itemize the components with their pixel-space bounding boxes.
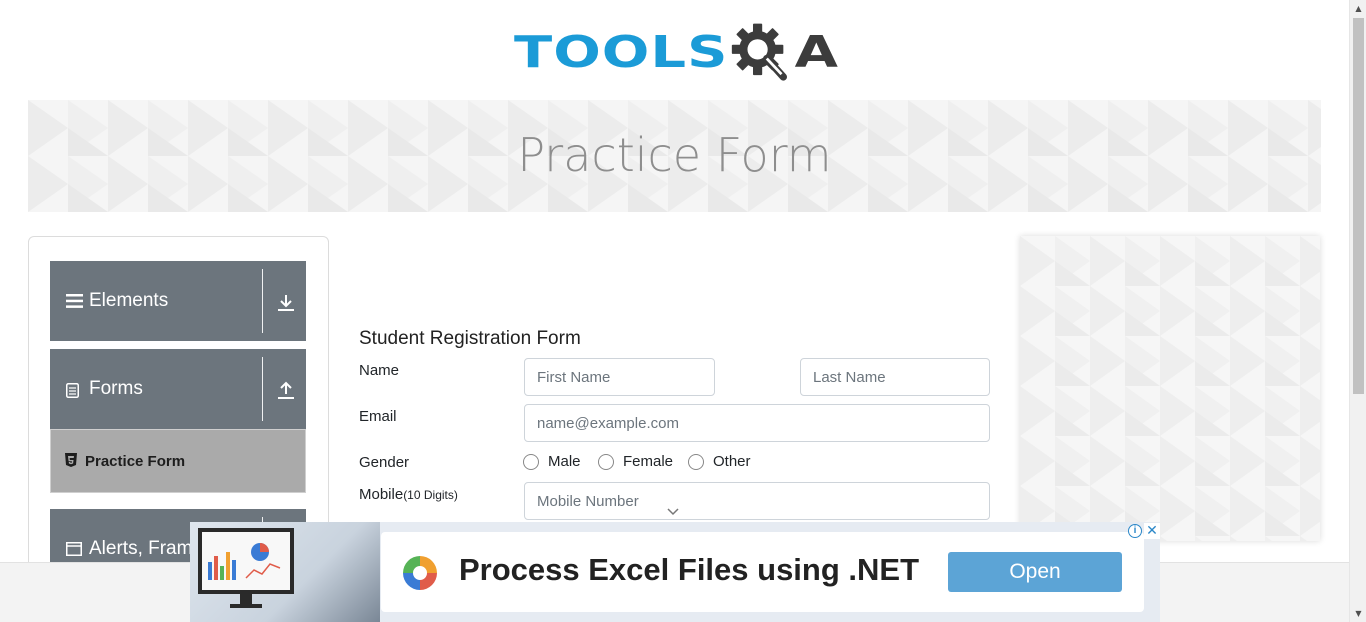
ad-image — [190, 522, 380, 622]
gender-radio-male[interactable]: Male — [523, 453, 581, 470]
html5-icon — [65, 453, 77, 467]
radio-circle[interactable] — [688, 453, 704, 470]
hamburger-icon — [66, 294, 83, 308]
sidebar-item-label: Practice Form — [85, 453, 186, 470]
gender-label: Gender — [359, 454, 410, 471]
radio-circle[interactable] — [598, 453, 614, 470]
page: TOOLS A Practice Form Elements Forms Pra… — [0, 0, 1366, 622]
page-banner: Practice Form — [28, 100, 1321, 212]
radio-label: Male — [548, 453, 581, 470]
last-name-input[interactable] — [800, 358, 990, 396]
upload-arrow-icon[interactable] — [275, 380, 297, 402]
logo-text-tools: TOOLS — [514, 27, 729, 78]
logo-text-a: A — [794, 27, 838, 78]
download-arrow-icon[interactable] — [275, 292, 297, 314]
toolsqa-logo[interactable]: TOOLS A — [514, 14, 838, 92]
monitor-illustration — [198, 528, 294, 608]
sidebar-group-label: Elements — [89, 290, 169, 311]
page-scrollbar[interactable]: ▲ ▼ — [1349, 0, 1366, 622]
email-input[interactable] — [524, 404, 990, 442]
radio-label: Female — [623, 453, 674, 470]
side-ad-pattern — [1020, 236, 1320, 541]
sidebar-group-forms[interactable]: Forms — [50, 349, 306, 429]
ad-banner[interactable]: Process Excel Files using .NET Open i ✕ — [190, 522, 1160, 622]
ad-card[interactable]: Process Excel Files using .NET Open — [381, 532, 1144, 612]
mobile-hint: (10 Digits) — [403, 488, 458, 502]
mobile-input[interactable] — [524, 482, 990, 520]
page-title: Practice Form — [517, 128, 832, 182]
ad-title[interactable]: Process Excel Files using .NET — [459, 552, 919, 588]
chevron-down-icon — [667, 508, 679, 516]
scroll-down-icon[interactable]: ▼ — [1350, 605, 1366, 622]
window-icon — [66, 542, 82, 556]
mobile-label: Mobile(10 Digits) — [359, 486, 458, 503]
sidebar-group-label: Alerts, Fram — [89, 538, 193, 559]
divider — [262, 269, 263, 333]
ad-open-button[interactable]: Open — [948, 552, 1122, 592]
gear-magnifier-icon — [732, 23, 788, 81]
radio-circle[interactable] — [523, 453, 539, 470]
first-name-input[interactable] — [524, 358, 715, 396]
mobile-label-text: Mobile — [359, 486, 404, 503]
aspose-logo-icon — [401, 554, 439, 592]
scrollbar-thumb[interactable] — [1353, 18, 1364, 394]
sidebar-group-label: Forms — [89, 378, 143, 399]
ad-info-icon[interactable]: i — [1128, 524, 1142, 538]
radio-label: Other — [713, 453, 751, 470]
side-ad-placeholder — [1020, 236, 1320, 541]
gender-radio-other[interactable]: Other — [688, 453, 751, 470]
form-title: Student Registration Form — [359, 328, 581, 349]
name-label: Name — [359, 362, 400, 379]
divider — [262, 357, 263, 421]
sidebar-group-elements[interactable]: Elements — [50, 261, 306, 341]
scroll-up-icon[interactable]: ▲ — [1350, 0, 1366, 17]
sidebar-item-practice-form[interactable]: Practice Form — [50, 429, 306, 493]
document-icon — [66, 383, 79, 398]
gender-radio-female[interactable]: Female — [598, 453, 673, 470]
email-label: Email — [359, 408, 397, 425]
ad-close-icon[interactable]: ✕ — [1144, 523, 1160, 539]
